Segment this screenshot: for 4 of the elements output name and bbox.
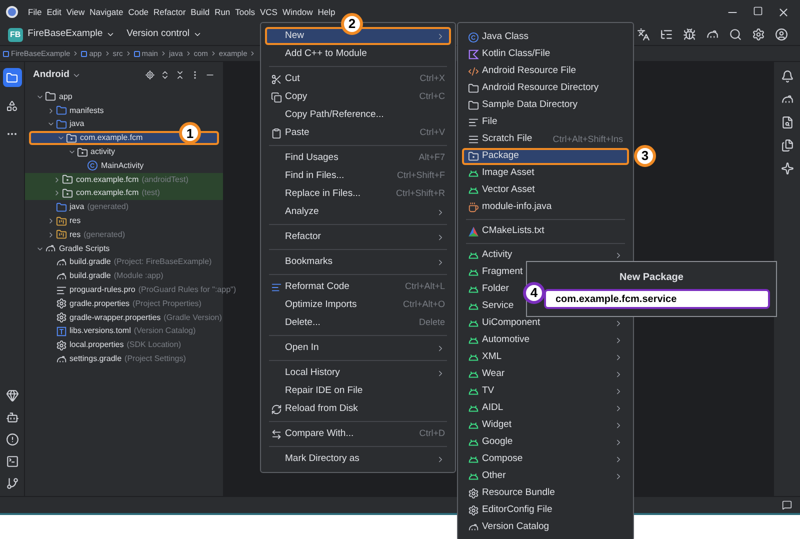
step-badge: 4 xyxy=(523,282,545,304)
step-badge: 1 xyxy=(179,122,201,144)
dialog-title: New Package xyxy=(620,271,684,285)
project-badge: FB xyxy=(8,28,23,42)
